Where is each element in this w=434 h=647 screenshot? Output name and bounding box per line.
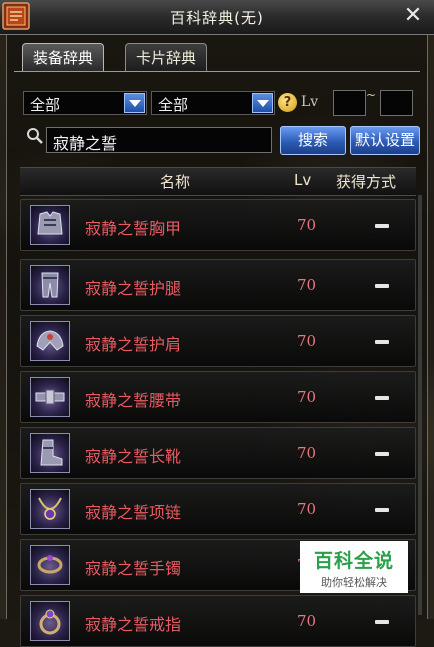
item-level: 70	[297, 216, 317, 234]
column-header-name: 名称	[160, 173, 191, 191]
table-row[interactable]: 寂静之誓护腿 70	[20, 259, 416, 311]
item-level: 70	[297, 276, 317, 294]
column-header-lv: Lv	[294, 171, 312, 189]
obtain-method-dash	[375, 284, 389, 288]
obtain-method-dash	[375, 452, 389, 456]
obtain-method-dash	[375, 508, 389, 512]
table-row[interactable]: 寂静之誓护肩 70	[20, 315, 416, 367]
category-select-1[interactable]: 全部	[23, 91, 147, 115]
obtain-method-dash	[375, 340, 389, 344]
item-name: 寂静之誓戒指	[85, 615, 182, 634]
item-name: 寂静之誓胸甲	[85, 219, 182, 238]
column-header-obtain: 获得方式	[336, 173, 397, 191]
level-min-input[interactable]	[333, 90, 366, 116]
table-row[interactable]: 寂静之誓长靴 70	[20, 427, 416, 479]
close-icon[interactable]: ✕	[402, 5, 424, 27]
level-label: Lv	[301, 94, 319, 110]
leg-armor-icon	[30, 265, 70, 305]
help-icon[interactable]: ?	[278, 93, 297, 112]
watermark-subtitle: 助你轻松解决	[321, 576, 387, 589]
reset-defaults-button[interactable]: 默认设置	[350, 126, 420, 155]
shoulder-armor-icon	[30, 321, 70, 361]
tab-equipment-dictionary[interactable]: 装备辞典	[22, 43, 105, 71]
category-select-2-value: 全部	[158, 96, 189, 114]
boots-icon	[30, 433, 70, 473]
ring-icon	[30, 601, 70, 641]
item-name: 寂静之誓护肩	[85, 335, 182, 354]
tab-divider	[14, 71, 420, 72]
window-title: 百科辞典(无)	[170, 9, 264, 27]
item-level: 70	[297, 388, 317, 406]
obtain-method-dash	[375, 224, 389, 228]
necklace-icon	[30, 489, 70, 529]
watermark-title: 百科全说	[313, 550, 394, 572]
item-name: 寂静之誓项链	[85, 503, 182, 522]
item-name: 寂静之誓手镯	[85, 559, 182, 578]
level-max-input[interactable]	[380, 90, 413, 116]
search-icon	[24, 126, 46, 148]
scrollbar[interactable]	[418, 195, 422, 615]
title-bar[interactable]: 百科辞典(无) ✕	[0, 0, 434, 35]
search-input[interactable]: 寂静之誓	[46, 127, 272, 153]
belt-icon	[30, 377, 70, 417]
bracelet-icon	[30, 545, 70, 585]
search-button[interactable]: 搜索	[280, 126, 346, 155]
watermark-logo: 百科全说 助你轻松解决	[300, 541, 408, 593]
obtain-method-dash	[375, 396, 389, 400]
item-name: 寂静之誓护腿	[85, 279, 182, 298]
item-level: 70	[297, 444, 317, 462]
level-range-separator: ~	[366, 88, 377, 102]
item-level: 70	[297, 332, 317, 350]
item-name: 寂静之誓腰带	[85, 391, 182, 410]
category-select-1-value: 全部	[30, 96, 61, 114]
item-name: 寂静之誓长靴	[85, 447, 182, 466]
tab-card-dictionary[interactable]: 卡片辞典	[125, 43, 208, 71]
table-row[interactable]: 寂静之誓项链 70	[20, 483, 416, 535]
table-row[interactable]: 寂静之誓戒指 70	[20, 595, 416, 647]
chest-armor-icon	[30, 205, 70, 245]
table-row[interactable]: 寂静之誓腰带 70	[20, 371, 416, 423]
chevron-down-icon[interactable]	[252, 93, 273, 113]
category-select-2[interactable]: 全部	[151, 91, 275, 115]
chevron-down-icon[interactable]	[124, 93, 145, 113]
obtain-method-dash	[375, 620, 389, 624]
item-level: 70	[297, 500, 317, 518]
item-level: 70	[297, 612, 317, 630]
table-header: 名称 Lv 获得方式	[20, 167, 416, 196]
table-row[interactable]: 寂静之誓胸甲 70	[20, 199, 416, 251]
